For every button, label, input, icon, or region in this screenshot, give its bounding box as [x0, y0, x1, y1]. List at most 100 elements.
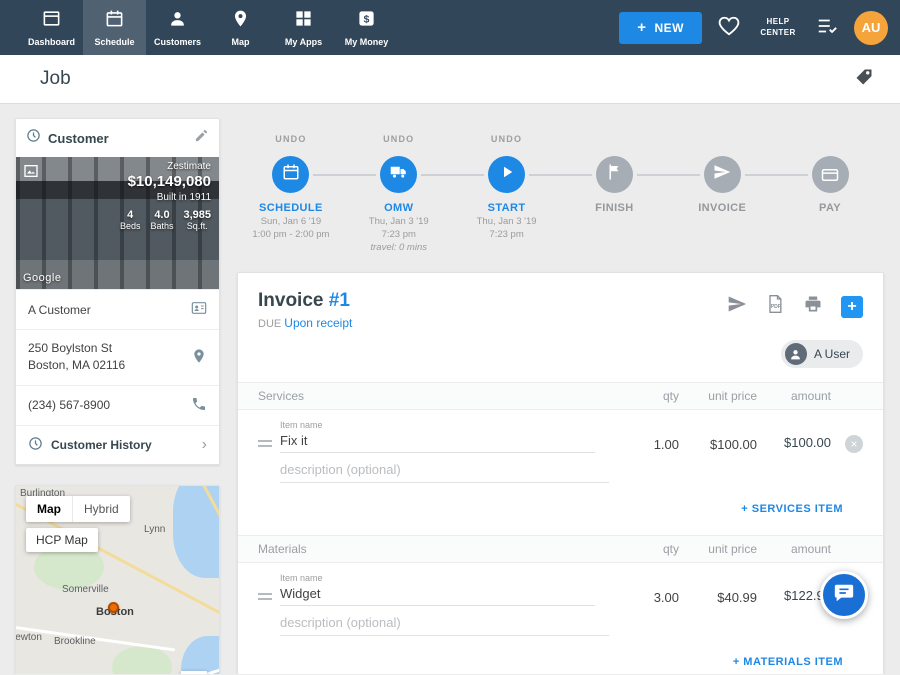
customer-card: Customer Zestimate $10,149,080 Built in …: [15, 118, 220, 465]
nav-label: My Apps: [285, 37, 322, 47]
main-panel: UNDO SCHEDULE Sun, Jan 6 '191:00 pm - 2:…: [237, 118, 884, 674]
person-icon: [168, 9, 187, 33]
invoice-title: Invoice #1: [258, 290, 352, 312]
google-watermark: Google: [23, 272, 61, 284]
plus-icon: +: [637, 19, 646, 36]
new-button[interactable]: + NEW: [619, 12, 702, 44]
history-clock-icon: [28, 436, 43, 454]
step-label[interactable]: OMW: [384, 202, 413, 214]
due-terms-link[interactable]: Upon receipt: [284, 316, 352, 330]
item-unit-price[interactable]: $40.99: [679, 590, 757, 605]
map-label: Somerville: [62, 584, 109, 595]
send-icon: [713, 163, 731, 186]
left-sidebar: Customer Zestimate $10,149,080 Built in …: [15, 118, 220, 674]
col-unit-price: unit price: [679, 389, 757, 403]
customer-address: 250 Boylston St Boston, MA 02116: [28, 340, 125, 375]
omw-step-button[interactable]: [380, 156, 417, 193]
item-description-input[interactable]: [280, 459, 609, 483]
add-materials-item-link[interactable]: + MATERIALS ITEM: [733, 656, 843, 668]
flag-icon: [605, 163, 623, 186]
hcp-map-button[interactable]: HCP Map: [26, 528, 98, 552]
remove-item-icon[interactable]: ×: [845, 435, 863, 453]
step-invoice: INVOICE: [668, 134, 776, 260]
contact-card-icon[interactable]: [191, 300, 207, 319]
assignee-name: A User: [814, 347, 850, 361]
phone-icon[interactable]: [191, 396, 207, 415]
add-material-row: + MATERIALS ITEM: [238, 636, 883, 674]
job-tags-icon[interactable]: [854, 67, 874, 92]
item-name-label: Item name: [280, 573, 595, 583]
col-amount: amount: [757, 389, 831, 403]
material-item-row: Item name 3.00 $40.99 $122.97 ×: [238, 563, 883, 606]
help-center-link[interactable]: HELP CENTER: [756, 17, 800, 38]
svg-text:$: $: [364, 14, 370, 25]
item-name-input[interactable]: [280, 583, 595, 606]
item-description-input[interactable]: [280, 612, 609, 636]
customer-name: A Customer: [28, 303, 91, 317]
nav-schedule[interactable]: Schedule: [83, 0, 146, 55]
nav-my-money[interactable]: $ My Money: [335, 0, 398, 55]
heart-icon: [718, 15, 740, 40]
item-unit-price[interactable]: $100.00: [679, 437, 757, 452]
services-header: Services qty unit price amount: [238, 382, 883, 410]
start-step-button[interactable]: [488, 156, 525, 193]
stat-baths: 4.0Baths: [150, 209, 173, 231]
referrals-heart-button[interactable]: [718, 15, 740, 40]
invoice-number[interactable]: #1: [329, 290, 350, 311]
map-pin-icon: [231, 9, 250, 33]
col-qty: qty: [609, 389, 679, 403]
chat-bubble-button[interactable]: [820, 571, 868, 619]
map-canvas[interactable]: Burlington Lynn Somerville Boston Newton…: [16, 486, 219, 674]
travel-time: travel: 0 mins: [369, 242, 429, 255]
undo-link[interactable]: UNDO: [383, 134, 414, 149]
item-qty[interactable]: 3.00: [609, 590, 679, 605]
item-name-input[interactable]: [280, 430, 595, 453]
undo-link[interactable]: UNDO: [275, 134, 306, 149]
pdf-icon[interactable]: PDF: [765, 294, 785, 319]
hybrid-view-button[interactable]: Hybrid: [72, 496, 130, 522]
drag-handle-icon[interactable]: [258, 440, 280, 447]
user-avatar[interactable]: AU: [854, 11, 888, 45]
print-icon[interactable]: [803, 294, 823, 319]
invoice-step-button[interactable]: [704, 156, 741, 193]
undo-link[interactable]: UNDO: [491, 134, 522, 149]
nav-customers[interactable]: Customers: [146, 0, 209, 55]
send-invoice-icon[interactable]: [727, 294, 747, 319]
nav-dashboard[interactable]: Dashboard: [20, 0, 83, 55]
zoom-in-button[interactable]: +: [181, 671, 207, 674]
location-pin-icon[interactable]: [191, 348, 207, 367]
step-omw: UNDO OMW Thu, Jan 3 '197:23 pmtravel: 0 …: [345, 134, 453, 260]
customer-card-header: Customer: [16, 119, 219, 157]
assignee-chip[interactable]: A User: [781, 340, 863, 368]
nav-map[interactable]: Map: [209, 0, 272, 55]
schedule-step-button[interactable]: [272, 156, 309, 193]
job-location-marker[interactable]: [108, 602, 119, 613]
credit-card-icon[interactable]: [812, 156, 849, 193]
customer-phone-row: (234) 567-8900: [16, 385, 219, 425]
materials-header: Materials qty unit price amount: [238, 535, 883, 563]
invoice-title-block: Invoice #1 DUE Upon receipt: [258, 290, 352, 330]
page-header: Job: [0, 55, 900, 104]
map-view-button[interactable]: Map: [26, 496, 72, 522]
nav-label: Dashboard: [28, 37, 75, 47]
step-label[interactable]: SCHEDULE: [259, 202, 323, 214]
finish-step-button[interactable]: [596, 156, 633, 193]
step-label: PAY: [819, 202, 841, 214]
primary-nav: Dashboard Schedule Customers Map My Apps…: [20, 0, 398, 55]
add-services-item-link[interactable]: + SERVICES ITEM: [741, 503, 843, 515]
item-qty[interactable]: 1.00: [609, 437, 679, 452]
step-pay: PAY: [776, 134, 884, 260]
edit-pencil-icon[interactable]: [194, 128, 209, 148]
photo-icon: [23, 163, 39, 184]
step-label[interactable]: START: [488, 202, 526, 214]
nav-my-apps[interactable]: My Apps: [272, 0, 335, 55]
customer-history-row[interactable]: Customer History ›: [16, 425, 219, 464]
item-name-field: Item name: [280, 420, 609, 453]
tasks-menu-button[interactable]: [816, 15, 838, 40]
invoice-card: Invoice #1 DUE Upon receipt PDF + A User: [237, 272, 884, 674]
drag-handle-icon[interactable]: [258, 593, 280, 600]
item-name-label: Item name: [280, 420, 595, 430]
nav-label: Schedule: [94, 37, 134, 47]
history-clock-icon: [26, 128, 41, 148]
add-invoice-button[interactable]: +: [841, 296, 863, 318]
